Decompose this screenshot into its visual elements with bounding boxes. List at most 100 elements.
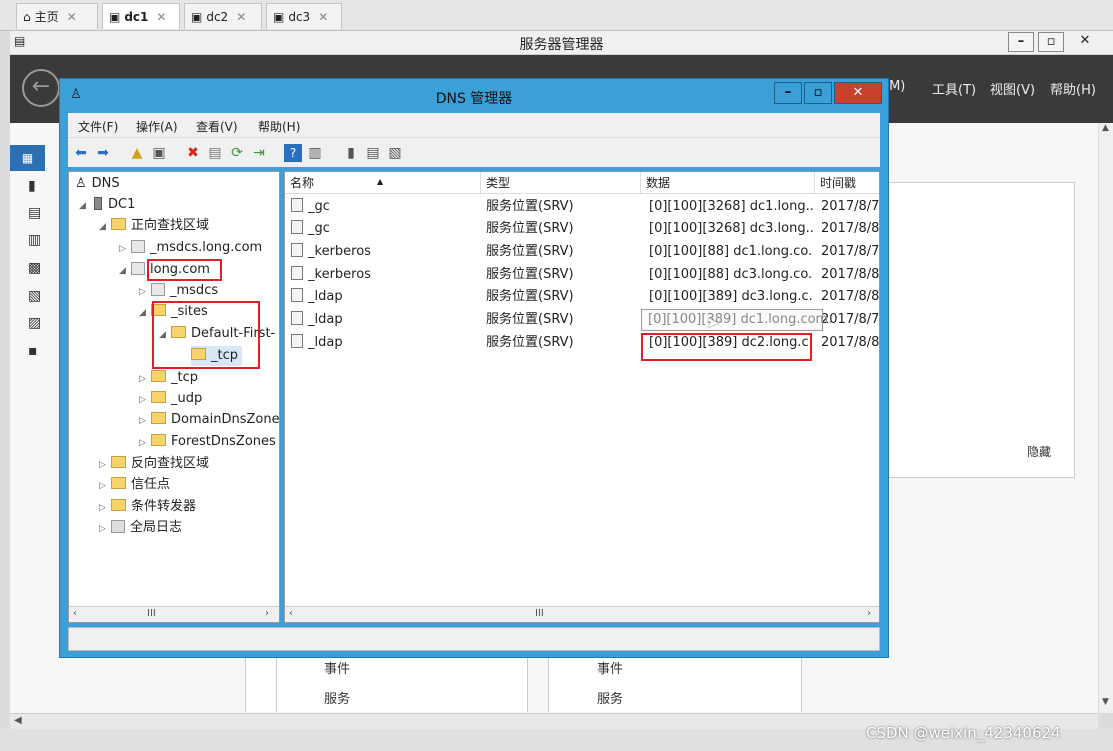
scroll-left-icon[interactable]: ◀ <box>14 715 22 726</box>
tab-dc3[interactable]: ▣ dc3 ✕ <box>266 3 342 29</box>
expand-icon[interactable]: ▷ <box>99 476 111 496</box>
expand-icon[interactable]: ▷ <box>139 411 151 431</box>
file-services-icon[interactable]: ▧ <box>28 288 48 306</box>
close-button[interactable]: ✕ <box>1072 32 1098 52</box>
hide-link[interactable]: 隐藏 <box>1027 443 1051 460</box>
tree-node-forward-zones[interactable]: ◢ 正向查找区域 <box>99 216 209 236</box>
tab-dc1[interactable]: ▣ dc1 ✕ <box>102 3 180 29</box>
table-row[interactable]: _kerberos 服务位置(SRV) [0][100][88] dc1.lon… <box>285 241 879 263</box>
export-icon[interactable]: ⇥ <box>250 144 268 162</box>
menu-file[interactable]: 文件(F) <box>78 118 118 135</box>
collapse-icon[interactable]: ◢ <box>99 217 111 237</box>
expand-icon[interactable]: ▷ <box>99 498 111 518</box>
vertical-scrollbar[interactable]: ▲ ▼ <box>1098 123 1113 713</box>
scroll-thumb[interactable]: III <box>147 608 156 619</box>
tree-node-dns[interactable]: ♙ DNS <box>75 174 120 194</box>
tree-node-msdcs[interactable]: ▷ _msdcs <box>139 281 218 301</box>
scroll-down-icon[interactable]: ▼ <box>1102 697 1109 707</box>
tile-services[interactable]: 服务 <box>324 688 350 707</box>
tile-services[interactable]: 服务 <box>597 688 623 707</box>
data-tooltip: [0][100][389] dc1.long.com. <box>641 309 832 331</box>
table-row[interactable]: _ldap 服务位置(SRV) [0][100][389] dc3.long.c… <box>285 286 879 308</box>
minimize-button[interactable]: – <box>774 82 802 104</box>
scroll-left-icon[interactable]: ‹ <box>289 608 293 619</box>
back-arrow-icon[interactable]: ⬅ <box>72 144 90 162</box>
column-header-name[interactable]: 名称 ▲ <box>285 172 481 194</box>
tree-node-conditional-forwarders[interactable]: ▷ 条件转发器 <box>99 497 196 517</box>
expand-icon[interactable]: ▷ <box>119 239 131 259</box>
forward-arrow-icon[interactable]: ➡ <box>94 144 112 162</box>
all-servers-icon[interactable]: ▤ <box>28 205 48 223</box>
ad-icon[interactable]: ▥ <box>28 232 48 250</box>
menu-tools[interactable]: 工具(T) <box>932 79 976 98</box>
table-row[interactable]: _kerberos 服务位置(SRV) [0][100][88] dc3.lon… <box>285 264 879 286</box>
expand-icon[interactable]: ▷ <box>99 519 111 539</box>
console-icon[interactable]: ▥ <box>306 144 324 162</box>
close-icon[interactable]: ✕ <box>67 10 77 24</box>
menu-help[interactable]: 帮助(H) <box>258 118 300 135</box>
server-icon[interactable]: ▮ <box>342 144 360 162</box>
tree-node-global-logs[interactable]: ▷ 全局日志 <box>99 518 182 538</box>
menu-help[interactable]: 帮助(H) <box>1050 79 1096 98</box>
close-icon[interactable]: ✕ <box>156 10 166 24</box>
refresh-icon[interactable]: ⟳ <box>228 144 246 162</box>
help-icon[interactable]: ? <box>284 144 302 162</box>
close-icon[interactable]: ✕ <box>318 10 328 24</box>
menu-view[interactable]: 视图(V) <box>990 79 1035 98</box>
maximize-button[interactable]: ▫ <box>804 82 832 104</box>
list-icon[interactable]: ▤ <box>364 144 382 162</box>
minimize-button[interactable]: – <box>1008 32 1034 52</box>
column-header-data[interactable]: 数据 <box>641 172 815 194</box>
expand-icon[interactable]: ▷ <box>139 433 151 453</box>
dns-role-icon[interactable]: ▩ <box>28 260 48 278</box>
tab-label: 主页 <box>34 10 59 24</box>
scroll-up-icon[interactable]: ▲ <box>1102 123 1109 133</box>
scroll-right-icon[interactable]: › <box>867 608 871 619</box>
remote-icon[interactable]: ▪ <box>28 343 48 361</box>
tree-node-msdcs-zone[interactable]: ▷ _msdcs.long.com <box>119 238 262 258</box>
table-row[interactable]: _gc 服务位置(SRV) [0][100][3268] dc1.long...… <box>285 196 879 218</box>
records-list-pane: 名称 ▲ 类型 数据 时间戳 _gc 服务位置(SRV) [0][100][32… <box>284 171 880 623</box>
close-icon[interactable]: ✕ <box>236 10 246 24</box>
maximize-button[interactable]: ▫ <box>1038 32 1064 52</box>
tree-node-domaindnszones[interactable]: ▷ DomainDnsZone <box>139 410 279 431</box>
close-button[interactable]: ✕ <box>834 82 882 104</box>
local-server-icon[interactable]: ▮ <box>28 178 48 196</box>
show-tree-icon[interactable]: ▣ <box>150 144 168 162</box>
tile-events[interactable]: 事件 <box>324 658 350 677</box>
tree-node-tcp[interactable]: ▷ _tcp <box>139 368 198 388</box>
expand-icon[interactable]: ▷ <box>139 282 151 302</box>
expand-icon[interactable]: ▷ <box>139 369 151 389</box>
tab-home[interactable]: ⌂ 主页 ✕ <box>16 3 98 29</box>
tile-events[interactable]: 事件 <box>597 658 623 677</box>
scroll-thumb[interactable]: III <box>535 608 544 619</box>
tree-node-udp[interactable]: ▷ _udp <box>139 389 202 409</box>
tree-node-trust-points[interactable]: ▷ 信任点 <box>99 475 170 495</box>
table-row[interactable]: _gc 服务位置(SRV) [0][100][3268] dc3.long...… <box>285 218 879 240</box>
tree-node-dc1[interactable]: ◢ DC1 <box>79 195 135 215</box>
properties-icon[interactable]: ▤ <box>206 144 224 162</box>
scroll-left-icon[interactable]: ‹ <box>73 608 77 619</box>
iis-icon[interactable]: ▨ <box>28 315 48 333</box>
delete-icon[interactable]: ✖ <box>184 144 202 162</box>
list-hscrollbar[interactable]: ‹ III › <box>285 606 879 622</box>
tab-dc2[interactable]: ▣ dc2 ✕ <box>184 3 262 29</box>
menu-action[interactable]: 操作(A) <box>136 118 178 135</box>
up-folder-icon[interactable]: ▲ <box>128 144 146 162</box>
collapse-icon[interactable]: ◢ <box>119 261 131 281</box>
column-header-type[interactable]: 类型 <box>481 172 641 194</box>
dashboard-icon[interactable]: ▦ <box>10 145 45 171</box>
collapse-icon[interactable]: ◢ <box>139 303 151 323</box>
tree-hscrollbar[interactable]: ‹ III › <box>69 606 279 622</box>
menu-view[interactable]: 查看(V) <box>196 118 238 135</box>
tree-node-reverse-zones[interactable]: ▷ 反向查找区域 <box>99 454 209 474</box>
collapse-icon[interactable]: ◢ <box>79 196 91 216</box>
tree-node-forestdnszones[interactable]: ▷ ForestDnsZones <box>139 432 276 452</box>
back-icon[interactable]: ← <box>22 69 60 107</box>
browser-tab-strip: ⌂ 主页 ✕ ▣ dc1 ✕ ▣ dc2 ✕ ▣ dc3 ✕ <box>0 0 1113 31</box>
records-icon[interactable]: ▧ <box>386 144 404 162</box>
column-header-timestamp[interactable]: 时间戳 <box>815 172 879 194</box>
expand-icon[interactable]: ▷ <box>99 455 111 475</box>
scroll-right-icon[interactable]: › <box>265 608 269 619</box>
expand-icon[interactable]: ▷ <box>139 390 151 410</box>
